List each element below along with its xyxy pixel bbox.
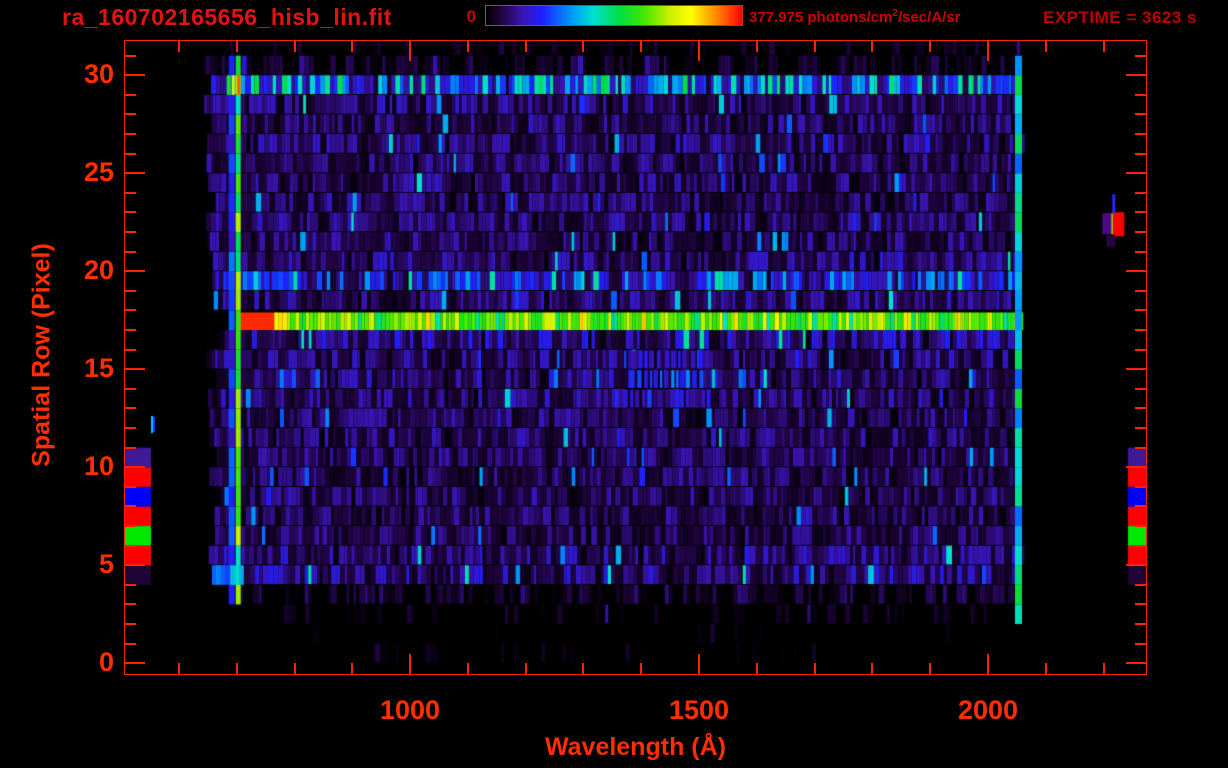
colorbar-max-value: 377.975 photons/cm: [749, 9, 892, 26]
colorbar-min-label: 0: [446, 7, 476, 27]
file-title: ra_160702165656_hisb_lin.fit: [62, 4, 392, 31]
colorbar-max-units: /sec/A/sr: [898, 9, 961, 26]
exptime-label: EXPTIME = 3623 s: [1043, 8, 1197, 28]
y-tick-label: 30: [34, 59, 114, 90]
y-tick-label: 0: [34, 647, 114, 678]
x-tick-label: 2000: [938, 695, 1038, 726]
spectrogram-window: ra_160702165656_hisb_lin.fit 0 377.975 p…: [0, 0, 1228, 768]
x-axis-title: Wavelength (Å): [124, 733, 1147, 762]
colorbar-gradient: [485, 5, 743, 26]
x-tick-label: 1500: [649, 695, 749, 726]
y-tick-label: 25: [34, 157, 114, 188]
x-tick-label: 1000: [360, 695, 460, 726]
y-axis-title: Spatial Row (Pixel): [28, 243, 57, 467]
spectrogram-heatmap: [125, 41, 1146, 674]
y-tick-label: 5: [34, 549, 114, 580]
colorbar-max-label: 377.975 photons/cm2/sec/A/sr: [749, 8, 961, 26]
